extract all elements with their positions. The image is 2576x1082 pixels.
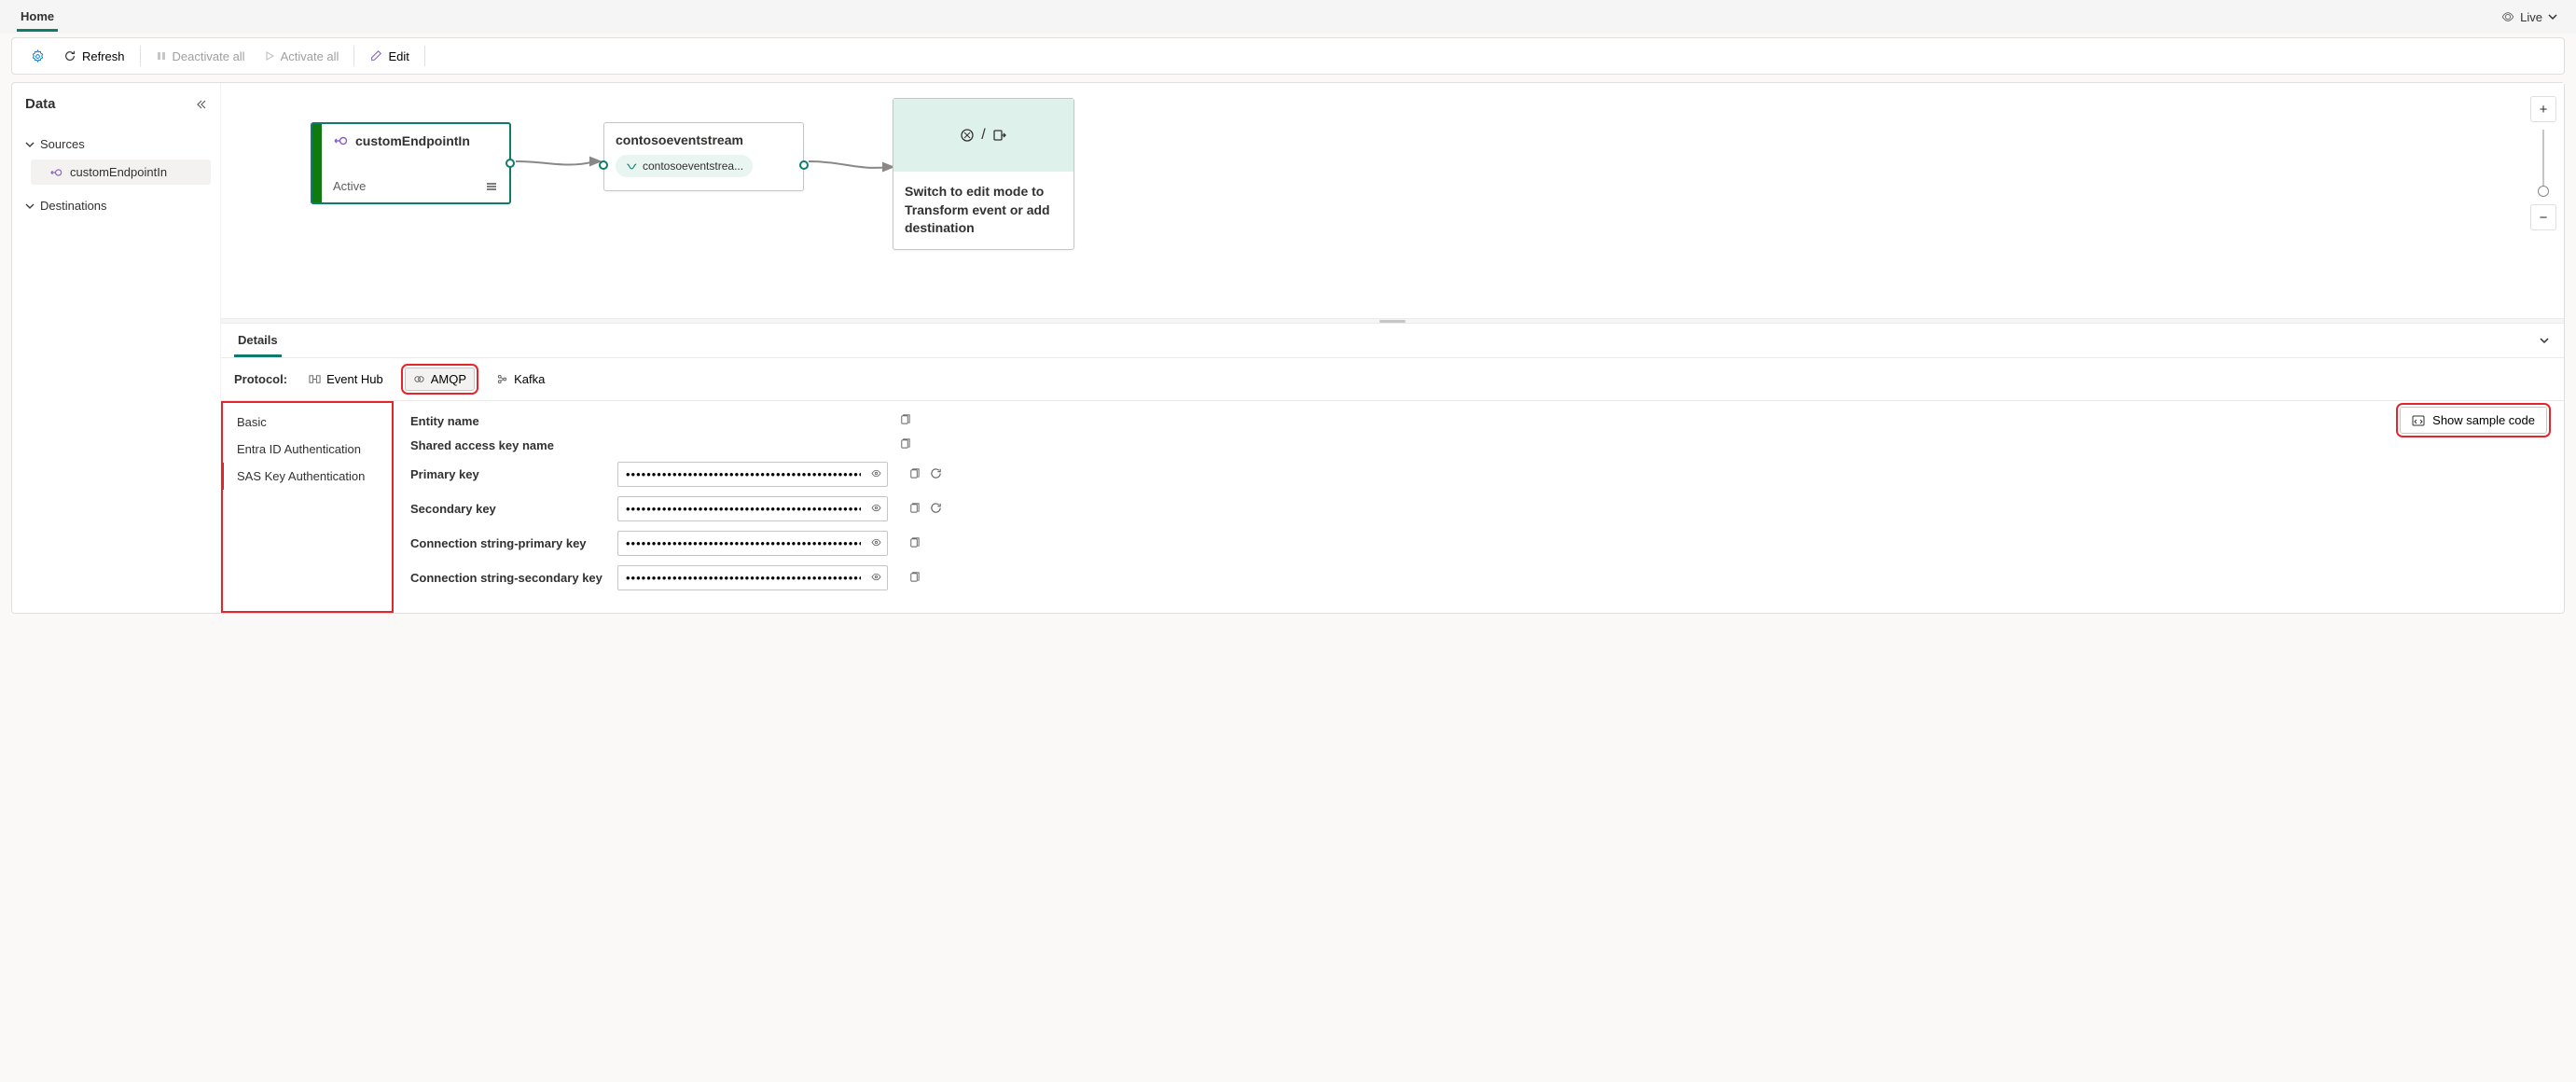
kafka-icon (496, 373, 508, 385)
tab-home[interactable]: Home (17, 2, 58, 32)
label-primary-key: Primary key (410, 467, 606, 481)
label-conn-primary: Connection string-primary key (410, 536, 606, 550)
stream-icon (625, 160, 637, 173)
protocol-kafka[interactable]: Kafka (488, 368, 553, 391)
chevron-down-icon (25, 201, 35, 211)
copy-icon[interactable] (908, 467, 921, 482)
sidebar-section-sources[interactable]: Sources (21, 132, 211, 156)
regenerate-icon[interactable] (930, 502, 942, 517)
connector (511, 150, 604, 178)
canvas[interactable]: customEndpointIn Active (221, 83, 2564, 318)
sidebar-item-customendpoint[interactable]: customEndpointIn (31, 160, 211, 185)
kv-area: Show sample code Entity name Shared acce… (394, 401, 2564, 613)
auth-tab-entra[interactable]: Entra ID Authentication (221, 436, 393, 463)
toolbar: Refresh Deactivate all Activate all Edit (11, 37, 2565, 75)
reveal-icon[interactable] (870, 536, 882, 551)
activate-all-button[interactable]: Activate all (255, 44, 349, 69)
regenerate-icon[interactable] (930, 467, 942, 482)
output-port[interactable] (799, 160, 809, 170)
edit-icon (369, 49, 382, 62)
zoom-out-button[interactable]: − (2530, 204, 2556, 230)
node-source[interactable]: customEndpointIn Active (311, 122, 511, 204)
copy-icon[interactable] (899, 413, 911, 428)
output-port[interactable] (506, 159, 515, 168)
input-conn-primary[interactable] (617, 531, 888, 556)
zoom-in-button[interactable]: + (2530, 96, 2556, 122)
pause-icon (156, 50, 167, 62)
canvas-wrap: customEndpointIn Active (221, 83, 2564, 613)
chevron-down-icon[interactable] (2538, 334, 2551, 347)
endpoint-icon (333, 133, 348, 148)
reveal-icon[interactable] (870, 467, 882, 482)
input-port[interactable] (599, 160, 608, 170)
sep-text: / (981, 127, 985, 144)
top-tabbar: Home Live (0, 0, 2576, 34)
show-sample-code-button[interactable]: Show sample code (2400, 407, 2547, 434)
reveal-icon[interactable] (870, 502, 882, 517)
gear-icon (31, 49, 45, 63)
separator (424, 46, 425, 66)
main-panel: Data Sources customEndpointIn Destinatio… (11, 82, 2565, 614)
node-eventstream[interactable]: contosoeventstream contosoeventstrea... (603, 122, 804, 191)
details-panel: Details Protocol: Event Hub AMQP K (221, 324, 2564, 613)
collapse-icon[interactable] (194, 98, 207, 111)
transform-icon (959, 127, 976, 144)
input-secondary-key[interactable] (617, 496, 888, 521)
edit-button[interactable]: Edit (360, 44, 418, 69)
settings-button[interactable] (21, 44, 54, 69)
endpoint-icon (49, 166, 62, 179)
copy-icon[interactable] (908, 502, 921, 517)
menu-icon[interactable] (485, 180, 498, 193)
chevron-down-icon (25, 140, 35, 149)
eye-icon (2501, 10, 2514, 23)
label-conn-secondary: Connection string-secondary key (410, 571, 606, 585)
live-toggle[interactable]: Live (2494, 7, 2565, 28)
eventhub-icon (309, 373, 321, 385)
input-conn-secondary[interactable] (617, 565, 888, 590)
destination-icon (991, 127, 1008, 144)
sidebar-title: Data (25, 96, 56, 112)
code-icon (2412, 414, 2425, 427)
copy-icon[interactable] (908, 536, 921, 551)
resize-handle[interactable] (221, 318, 2564, 324)
protocol-row: Protocol: Event Hub AMQP Kafka (221, 358, 2564, 401)
connector (804, 150, 897, 178)
play-icon (264, 50, 275, 62)
protocol-amqp[interactable]: AMQP (405, 368, 475, 391)
auth-tab-sas[interactable]: SAS Key Authentication (221, 463, 393, 490)
chevron-down-icon (2548, 12, 2557, 21)
zoom-slider[interactable] (2542, 130, 2544, 197)
reveal-icon[interactable] (870, 571, 882, 586)
separator (140, 46, 141, 66)
sidebar: Data Sources customEndpointIn Destinatio… (12, 83, 221, 613)
details-tab[interactable]: Details (234, 324, 282, 357)
copy-icon[interactable] (899, 437, 911, 452)
refresh-button[interactable]: Refresh (54, 44, 134, 69)
label-secondary-key: Secondary key (410, 502, 606, 516)
node-destination-placeholder[interactable]: / Switch to edit mode to Transform event… (893, 98, 1074, 250)
deactivate-all-button[interactable]: Deactivate all (146, 44, 255, 69)
zoom-control: + − (2530, 96, 2556, 230)
copy-icon[interactable] (908, 571, 921, 586)
protocol-label: Protocol: (234, 372, 287, 386)
refresh-icon (63, 49, 76, 62)
separator (353, 46, 354, 66)
auth-nav: Basic Entra ID Authentication SAS Key Au… (221, 401, 394, 613)
protocol-eventhub[interactable]: Event Hub (300, 368, 392, 391)
amqp-icon (413, 373, 425, 385)
sidebar-section-destinations[interactable]: Destinations (21, 194, 211, 217)
input-primary-key[interactable] (617, 462, 888, 487)
label-entity-name: Entity name (410, 414, 606, 428)
node-status-text: Active (333, 179, 366, 193)
dest-placeholder-text: Switch to edit mode to Transform event o… (893, 172, 1073, 249)
stream-chip[interactable]: contosoeventstrea... (616, 155, 753, 177)
auth-tab-basic[interactable]: Basic (221, 409, 393, 436)
label-shared-key-name: Shared access key name (410, 438, 606, 452)
live-label: Live (2520, 10, 2542, 24)
node-status-bar (312, 124, 322, 202)
